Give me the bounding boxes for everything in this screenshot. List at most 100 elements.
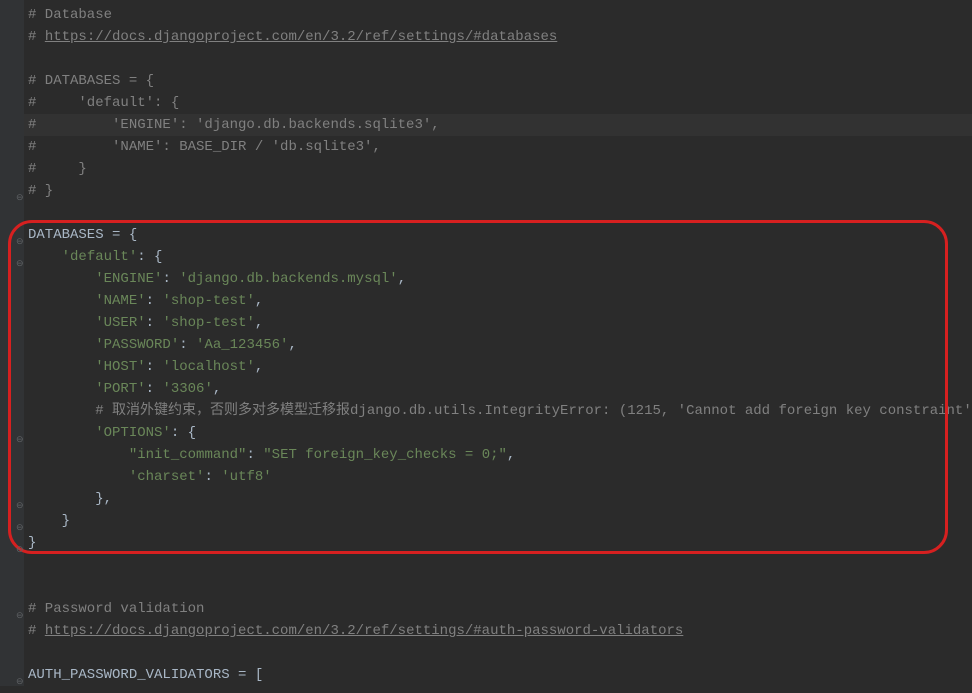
code-token: }	[28, 535, 36, 551]
code-line[interactable]: 'charset': 'utf8'	[24, 466, 972, 488]
code-line[interactable]: 'PORT': '3306',	[24, 378, 972, 400]
code-token: ,	[398, 271, 406, 287]
code-token: :	[171, 425, 188, 441]
code-line[interactable]: # 'default': {	[24, 92, 972, 114]
code-token: ,	[255, 315, 263, 331]
code-token: https://docs.djangoproject.com/en/3.2/re…	[45, 29, 557, 45]
code-token: # Password validation	[28, 601, 204, 617]
code-token: ,	[255, 293, 263, 309]
code-line[interactable]: # }	[24, 158, 972, 180]
code-token: 'PASSWORD'	[95, 337, 179, 353]
code-token: https://docs.djangoproject.com/en/3.2/re…	[45, 623, 684, 639]
code-token: 'NAME'	[95, 293, 145, 309]
code-token: AUTH_PASSWORD_VALIDATORS	[28, 667, 238, 683]
code-line[interactable]	[24, 48, 972, 70]
code-token	[28, 381, 95, 397]
code-token: :	[146, 381, 163, 397]
code-token: ,	[104, 491, 112, 507]
code-token: DATABASES	[28, 227, 112, 243]
code-token: ,	[288, 337, 296, 353]
code-token: :	[204, 469, 221, 485]
code-line[interactable]	[24, 202, 972, 224]
code-line[interactable]: # 取消外键约束，否则多对多模型迁移报django.db.utils.Integ…	[24, 400, 972, 422]
code-token: #	[28, 623, 45, 639]
code-token: 'shop-test'	[162, 293, 254, 309]
code-token	[28, 315, 95, 331]
code-token: 'utf8'	[221, 469, 271, 485]
code-token: :	[246, 447, 263, 463]
code-editor[interactable]: # Database # https://docs.djangoproject.c…	[24, 0, 972, 686]
code-line[interactable]	[24, 642, 972, 664]
code-line[interactable]	[24, 554, 972, 576]
code-token: :	[146, 359, 163, 375]
code-token	[28, 359, 95, 375]
code-line[interactable]: 'HOST': 'localhost',	[24, 356, 972, 378]
code-line[interactable]: # Database	[24, 4, 972, 26]
code-line[interactable]: # DATABASES = {	[24, 70, 972, 92]
code-token	[28, 337, 95, 353]
code-token	[28, 425, 95, 441]
code-line[interactable]: }	[24, 532, 972, 554]
code-token: 'shop-test'	[162, 315, 254, 331]
code-token: '3306'	[162, 381, 212, 397]
code-token: "init_command"	[129, 447, 247, 463]
code-token: # }	[28, 161, 87, 177]
code-token: 'charset'	[129, 469, 205, 485]
code-line[interactable]: 'OPTIONS': {	[24, 422, 972, 444]
code-token: :	[179, 337, 196, 353]
code-line[interactable]: 'USER': 'shop-test',	[24, 312, 972, 334]
code-line[interactable]: DATABASES = {	[24, 224, 972, 246]
code-token: 'Aa_123456'	[196, 337, 288, 353]
code-line[interactable]: }	[24, 510, 972, 532]
code-token: {	[129, 227, 137, 243]
code-line[interactable]: },	[24, 488, 972, 510]
code-line[interactable]	[24, 576, 972, 598]
code-token: ,	[507, 447, 515, 463]
code-line[interactable]: # 'NAME': BASE_DIR / 'db.sqlite3',	[24, 136, 972, 158]
code-token: 'default'	[62, 249, 138, 265]
code-line[interactable]: # Password validation	[24, 598, 972, 620]
code-token: 'OPTIONS'	[95, 425, 171, 441]
code-token: :	[146, 293, 163, 309]
code-token: 'ENGINE'	[95, 271, 162, 287]
code-line[interactable]: 'NAME': 'shop-test',	[24, 290, 972, 312]
code-token	[28, 293, 95, 309]
code-line[interactable]: AUTH_PASSWORD_VALIDATORS = [	[24, 664, 972, 686]
code-token: ,	[213, 381, 221, 397]
code-token: 'django.db.backends.mysql'	[179, 271, 397, 287]
code-line[interactable]: # https://docs.djangoproject.com/en/3.2/…	[24, 620, 972, 642]
code-token	[28, 491, 95, 507]
code-token: # DATABASES = {	[28, 73, 154, 89]
editor-gutter[interactable]	[0, 0, 24, 686]
code-token: :	[146, 315, 163, 331]
code-token: :	[137, 249, 154, 265]
code-token: :	[162, 271, 179, 287]
code-token: #	[28, 29, 45, 45]
code-line[interactable]: 'PASSWORD': 'Aa_123456',	[24, 334, 972, 356]
code-token: =	[238, 667, 255, 683]
code-token: {	[154, 249, 162, 265]
code-line[interactable]: # 'ENGINE': 'django.db.backends.sqlite3'…	[24, 114, 972, 136]
code-line[interactable]: "init_command": "SET foreign_key_checks …	[24, 444, 972, 466]
code-token	[28, 403, 95, 419]
code-line[interactable]: 'ENGINE': 'django.db.backends.mysql',	[24, 268, 972, 290]
code-token: # 'NAME': BASE_DIR / 'db.sqlite3',	[28, 139, 381, 155]
code-token	[28, 513, 62, 529]
code-token: # Database	[28, 7, 112, 23]
code-line[interactable]: # }	[24, 180, 972, 202]
code-token: 'localhost'	[162, 359, 254, 375]
code-token: 'HOST'	[95, 359, 145, 375]
code-token: {	[188, 425, 196, 441]
code-token: [	[255, 667, 263, 683]
code-token	[28, 447, 129, 463]
code-token: # 'ENGINE': 'django.db.backends.sqlite3'…	[28, 117, 440, 133]
code-line[interactable]: 'default': {	[24, 246, 972, 268]
code-token: ,	[255, 359, 263, 375]
code-token: 'PORT'	[95, 381, 145, 397]
code-token: 'USER'	[95, 315, 145, 331]
code-token	[28, 271, 95, 287]
code-line[interactable]: # https://docs.djangoproject.com/en/3.2/…	[24, 26, 972, 48]
code-token	[28, 469, 129, 485]
code-token: # 'default': {	[28, 95, 179, 111]
code-token	[28, 249, 62, 265]
